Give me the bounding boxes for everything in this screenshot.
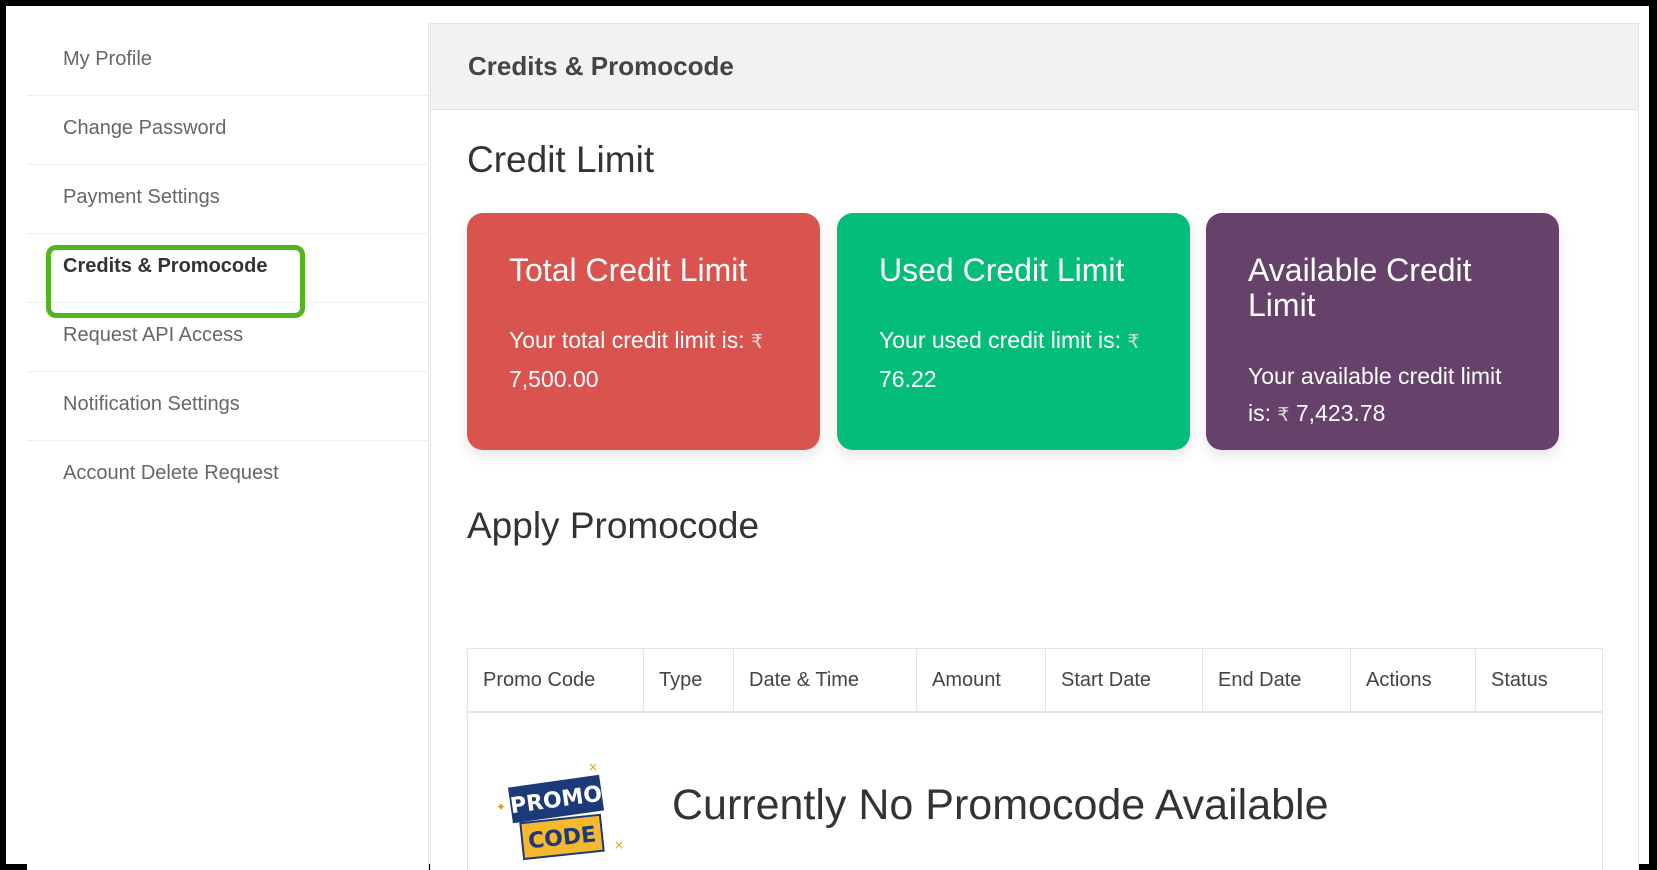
card-text: Your available credit limit is: ₹ 7,423.… (1248, 363, 1502, 426)
sidebar-item-label: Notification Settings (63, 392, 240, 415)
column-header-type: Type (644, 649, 734, 711)
rupee-icon: ₹ (751, 332, 764, 353)
empty-table-row: × ✦ × PROMO CODE Currently No Promocode … (468, 713, 1602, 870)
total-credit-card: Total Credit Limit Your total credit lim… (467, 213, 820, 450)
sidebar-item-label: Change Password (63, 116, 227, 139)
column-header-promo-code: Promo Code (468, 649, 644, 711)
available-credit-card: Available Credit Limit Your available cr… (1206, 213, 1559, 450)
used-credit-card: Used Credit Limit Your used credit limit… (837, 213, 1190, 450)
card-title: Total Credit Limit (509, 252, 748, 288)
page-title: Credits & Promocode (431, 24, 1638, 110)
empty-state-message: Currently No Promocode Available (672, 781, 1329, 829)
svg-text:✦: ✦ (496, 800, 506, 814)
column-header-start-date: Start Date (1046, 649, 1203, 711)
column-header-end-date: End Date (1203, 649, 1351, 711)
sidebar-item-payment-settings[interactable]: Payment Settings (27, 161, 429, 234)
card-text: Your used credit limit is: ₹ 76.22 (879, 327, 1140, 392)
apply-promocode-heading: Apply Promocode (467, 505, 760, 546)
sidebar-item-my-profile[interactable]: My Profile (27, 23, 429, 96)
table-header: Promo Code Type Date & Time Amount Start… (468, 649, 1602, 713)
column-header-amount: Amount (917, 649, 1046, 711)
column-header-status: Status (1491, 668, 1548, 691)
promo-code-icon: × ✦ × PROMO CODE (496, 759, 626, 869)
rupee-icon: ₹ (1127, 332, 1140, 353)
sidebar-item-label: My Profile (63, 47, 152, 70)
sidebar-item-change-password[interactable]: Change Password (27, 92, 429, 165)
sidebar-item-label: Request API Access (63, 323, 244, 346)
column-header-date-time: Date & Time (734, 649, 917, 711)
promocode-table: Promo Code Type Date & Time Amount Start… (467, 648, 1603, 870)
main-panel: Credits & Promocode Credit Limit Total C… (430, 23, 1639, 870)
column-header-actions: Actions (1351, 649, 1476, 711)
sidebar-item-notification-settings[interactable]: Notification Settings (27, 368, 429, 441)
svg-text:×: × (614, 838, 624, 852)
sidebar-item-label: Payment Settings (63, 185, 220, 208)
card-title: Available Credit Limit (1248, 252, 1472, 323)
card-title: Used Credit Limit (879, 252, 1125, 288)
card-text: Your total credit limit is: ₹ 7,500.00 (509, 327, 764, 392)
svg-text:×: × (588, 760, 598, 774)
sidebar-item-account-delete-request[interactable]: Account Delete Request (27, 437, 429, 510)
used-credit-amount: 76.22 (879, 366, 937, 392)
app-frame: My Profile Change Password Payment Setti… (0, 0, 1657, 870)
rupee-icon: ₹ (1277, 405, 1290, 426)
sidebar-item-request-api-access[interactable]: Request API Access (27, 299, 429, 372)
settings-sidebar: My Profile Change Password Payment Setti… (27, 23, 429, 870)
sidebar-item-label: Account Delete Request (63, 462, 279, 484)
credit-limit-heading: Credit Limit (467, 139, 655, 180)
available-credit-amount: 7,423.78 (1295, 400, 1386, 426)
total-credit-amount: 7,500.00 (509, 366, 599, 392)
